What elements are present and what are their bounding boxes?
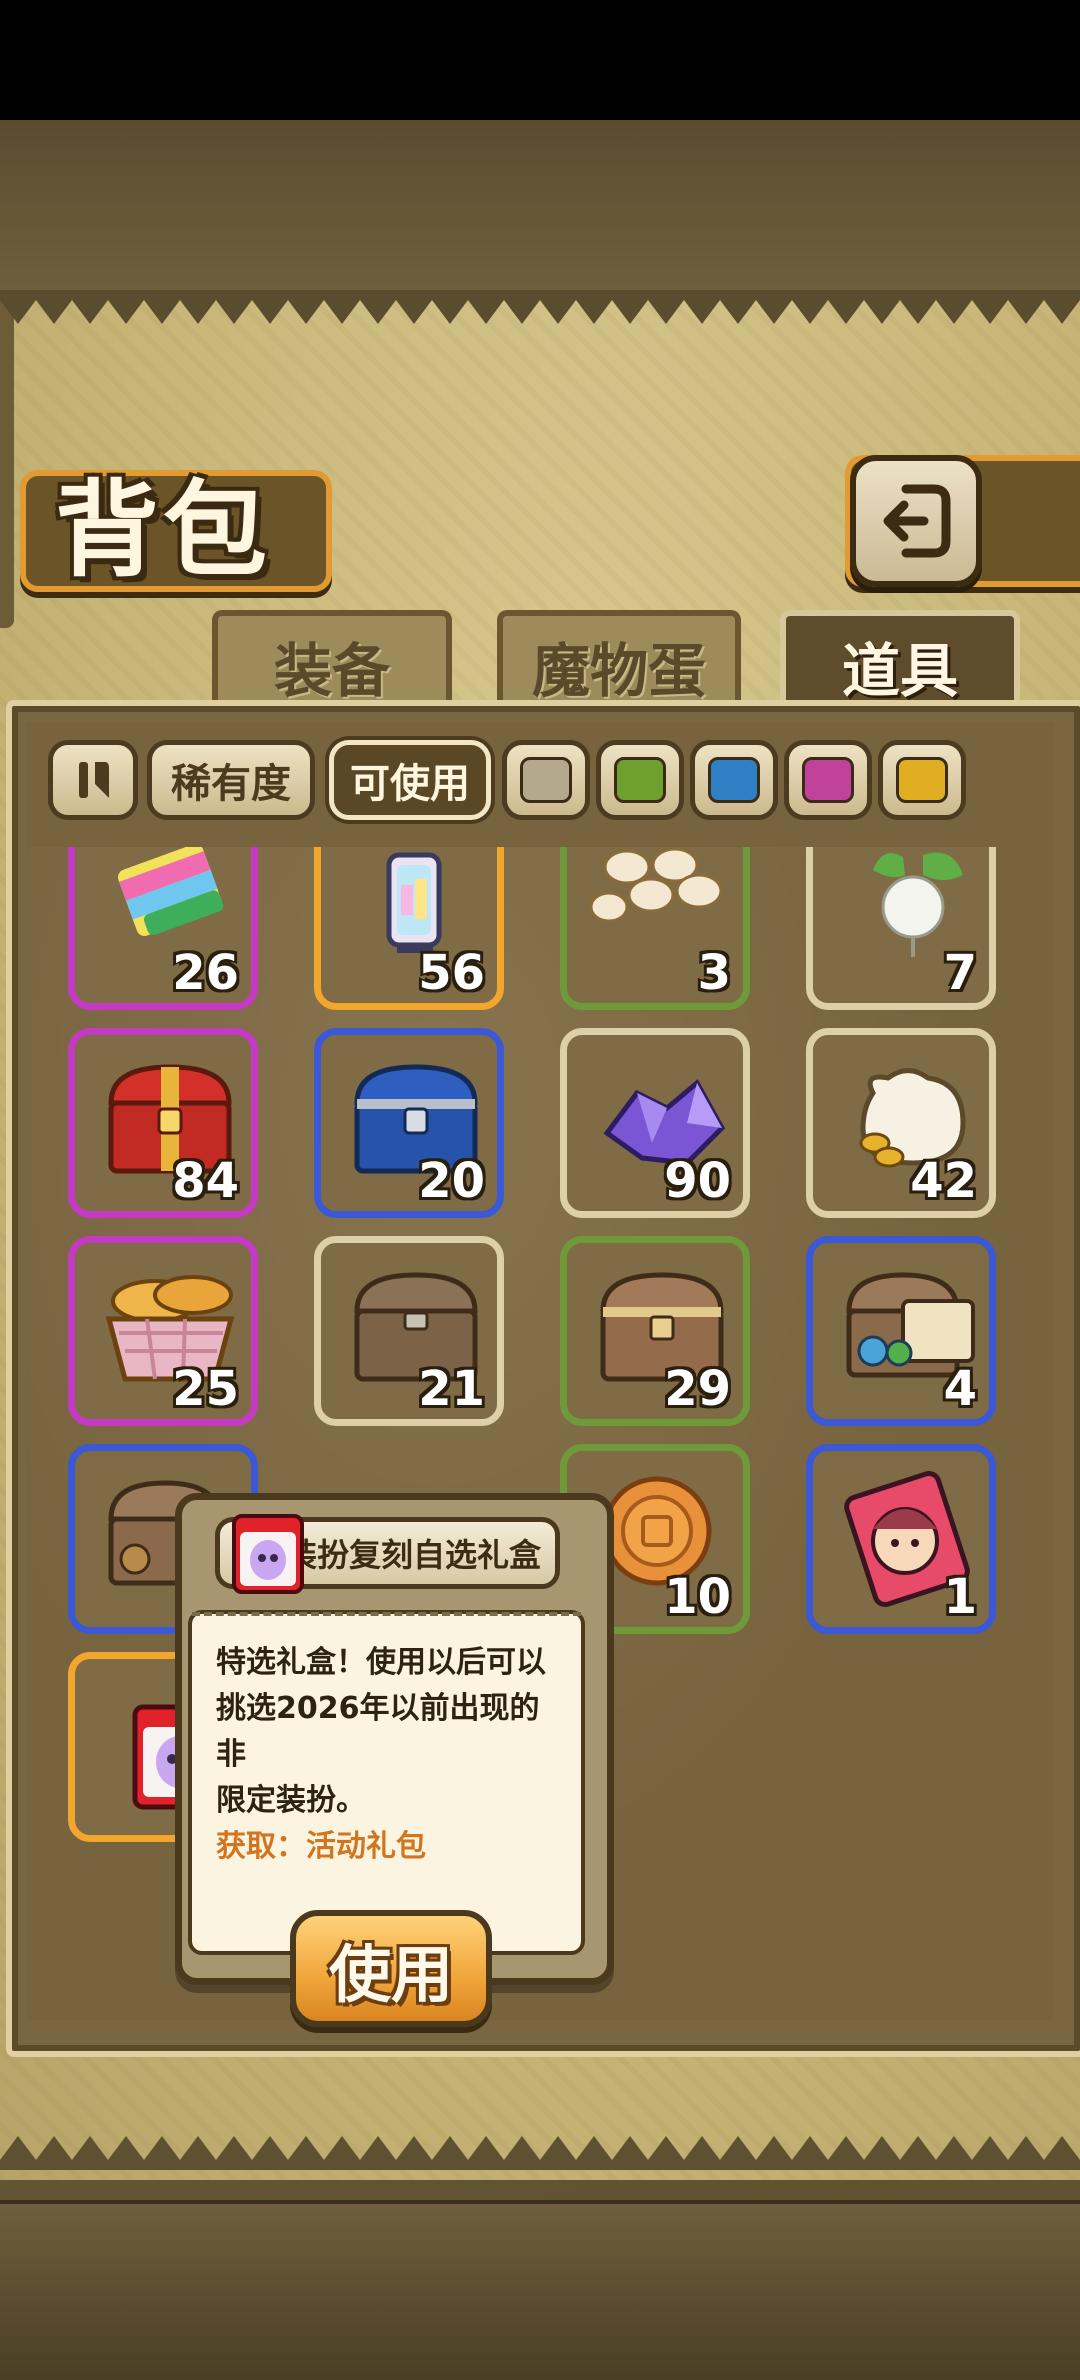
tab-label: 道具 bbox=[841, 637, 958, 705]
item-slot[interactable]: 3 bbox=[560, 820, 750, 1010]
item-slot[interactable]: 56 bbox=[314, 820, 504, 1010]
item-slot[interactable]: 84 bbox=[68, 1028, 258, 1218]
tooltip-divider bbox=[192, 1612, 581, 1616]
back-button[interactable] bbox=[850, 455, 982, 587]
item-count: 4 bbox=[943, 1361, 977, 1417]
page-title: 背包 bbox=[55, 468, 272, 591]
rarity-filter-green[interactable] bbox=[596, 740, 684, 820]
use-button[interactable]: 使用 bbox=[290, 1910, 492, 2027]
item-count: 90 bbox=[664, 1153, 731, 1209]
item-count: 56 bbox=[418, 945, 485, 1001]
item-slot[interactable]: 29 bbox=[560, 1236, 750, 1426]
usable-filter-button[interactable]: 可使用 bbox=[329, 740, 491, 820]
tooltip-description-line: 特选礼盒！使用以后可以 bbox=[216, 1645, 546, 1680]
item-count: 7 bbox=[943, 945, 977, 1001]
tab-label: 装备 bbox=[273, 637, 390, 705]
tooltip-body: 特选礼盒！使用以后可以 挑选2026年以前出现的非 限定装扮。 获取：活动礼包 bbox=[188, 1610, 585, 1955]
item-slot[interactable]: 4 bbox=[806, 1236, 996, 1426]
rarity-filter-gray[interactable] bbox=[502, 740, 590, 820]
item-slot[interactable]: 20 bbox=[314, 1028, 504, 1218]
item-slot[interactable]: 26 bbox=[68, 820, 258, 1010]
item-count: 42 bbox=[910, 1153, 977, 1209]
item-count: 20 bbox=[418, 1153, 485, 1209]
return-arrow-icon bbox=[883, 484, 951, 558]
rarity-filter-purple[interactable] bbox=[784, 740, 872, 820]
item-count: 10 bbox=[664, 1569, 731, 1625]
rarity-filter-blue[interactable] bbox=[690, 740, 778, 820]
item-slot[interactable]: 25 bbox=[68, 1236, 258, 1426]
item-slot[interactable]: 42 bbox=[806, 1028, 996, 1218]
item-count: 84 bbox=[172, 1153, 239, 1209]
zigzag-bottom-edge bbox=[0, 2136, 1080, 2170]
costume-gift-box-icon bbox=[232, 1514, 304, 1594]
sort-toggle-button[interactable] bbox=[48, 740, 138, 820]
item-slot[interactable]: 21 bbox=[314, 1236, 504, 1426]
item-slot[interactable]: 7 bbox=[806, 820, 996, 1010]
zigzag-top-edge bbox=[0, 290, 1080, 324]
item-slot[interactable]: 90 bbox=[560, 1028, 750, 1218]
item-count: 29 bbox=[664, 1361, 731, 1417]
pause-sort-icon bbox=[79, 762, 109, 798]
item-count: 26 bbox=[172, 945, 239, 1001]
status-bar bbox=[0, 0, 1080, 120]
item-slot[interactable]: 1 bbox=[806, 1444, 996, 1634]
map-top-strip bbox=[0, 120, 1080, 294]
tab-label: 魔物蛋 bbox=[531, 637, 706, 705]
item-count: 25 bbox=[172, 1361, 239, 1417]
rarity-filter-gold[interactable] bbox=[878, 740, 966, 820]
item-count: 1 bbox=[943, 1569, 977, 1625]
tooltip-description-line: 限定装扮。 bbox=[216, 1783, 366, 1818]
map-bottom-strip bbox=[0, 2200, 1080, 2380]
item-count: 3 bbox=[697, 945, 731, 1001]
side-handle bbox=[0, 298, 14, 628]
rarity-sort-button[interactable]: 稀有度 bbox=[147, 740, 315, 820]
item-count: 21 bbox=[418, 1361, 485, 1417]
tooltip-source: 获取：活动礼包 bbox=[216, 1829, 426, 1864]
tooltip-description-line: 挑选2026年以前出现的非 bbox=[216, 1691, 540, 1772]
